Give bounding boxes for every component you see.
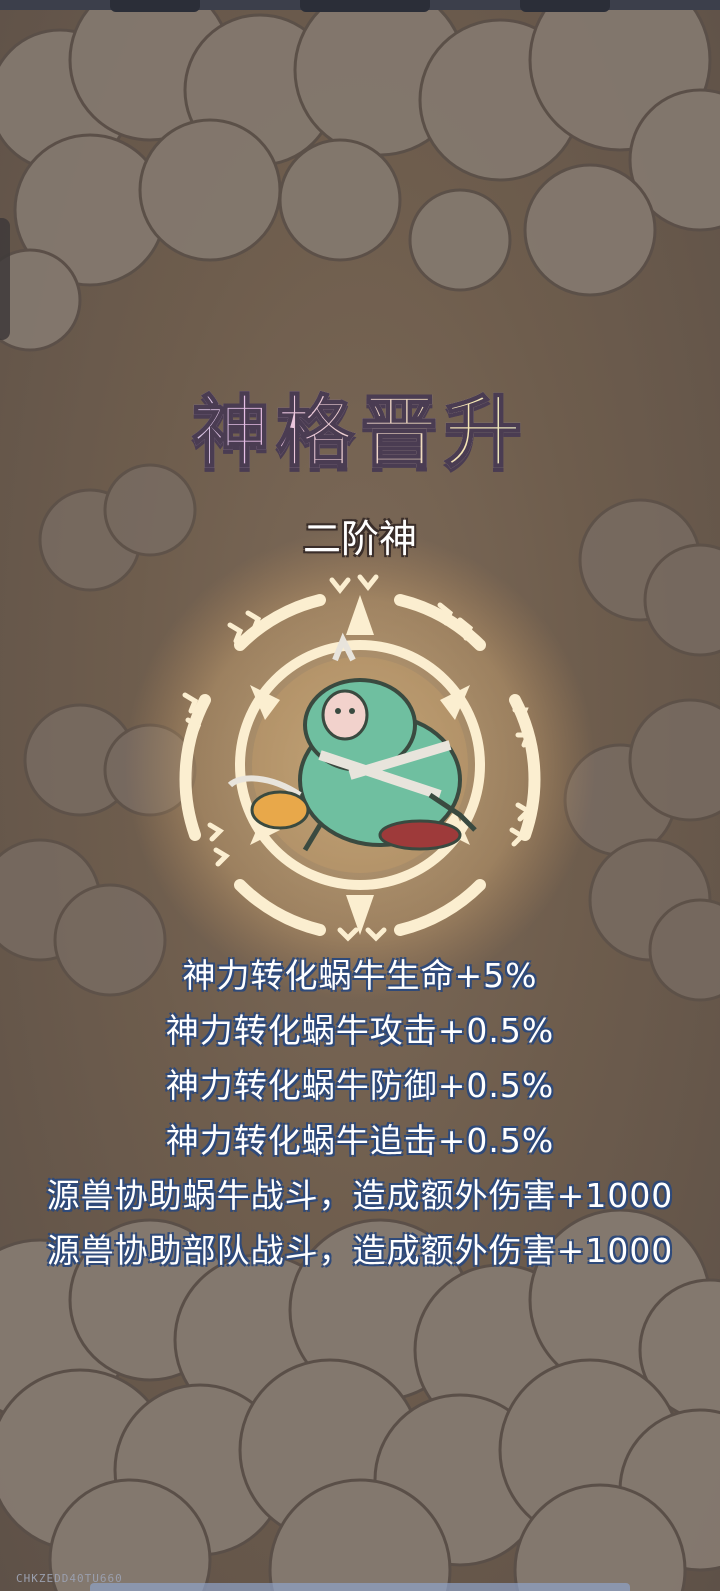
rank-label: 二阶神	[302, 517, 417, 561]
top-tab-center[interactable]	[300, 0, 430, 12]
bonus-chase: 神力转化蜗牛追击+0.5%	[165, 1121, 555, 1160]
magic-circle-icon	[125, 530, 595, 1000]
side-drawer-handle[interactable]	[0, 218, 10, 340]
game-screen[interactable]: 神格晋升 二阶神 神力转化蜗牛生命+5% 神力转化蜗牛攻击+0.5% 神力转化蜗…	[0, 0, 720, 1591]
bonus-list: 神力转化蜗牛生命+5% 神力转化蜗牛攻击+0.5% 神力转化蜗牛防御+0.5% …	[0, 948, 720, 1278]
page-title: 神格晋升	[0, 370, 720, 482]
bonus-beast-snail-damage: 源兽协助蜗牛战斗，造成额外伤害+1000	[46, 1176, 674, 1215]
bottom-bar	[90, 1583, 630, 1591]
top-tab-right[interactable]	[520, 0, 610, 12]
top-tab-left[interactable]	[110, 0, 200, 12]
bonus-life: 神力转化蜗牛生命+5%	[182, 956, 538, 995]
bonus-defense: 神力转化蜗牛防御+0.5%	[165, 1066, 555, 1105]
bonus-attack: 神力转化蜗牛攻击+0.5%	[165, 1011, 555, 1050]
bonus-beast-troop-damage: 源兽协助部队战斗，造成额外伤害+1000	[46, 1231, 674, 1270]
